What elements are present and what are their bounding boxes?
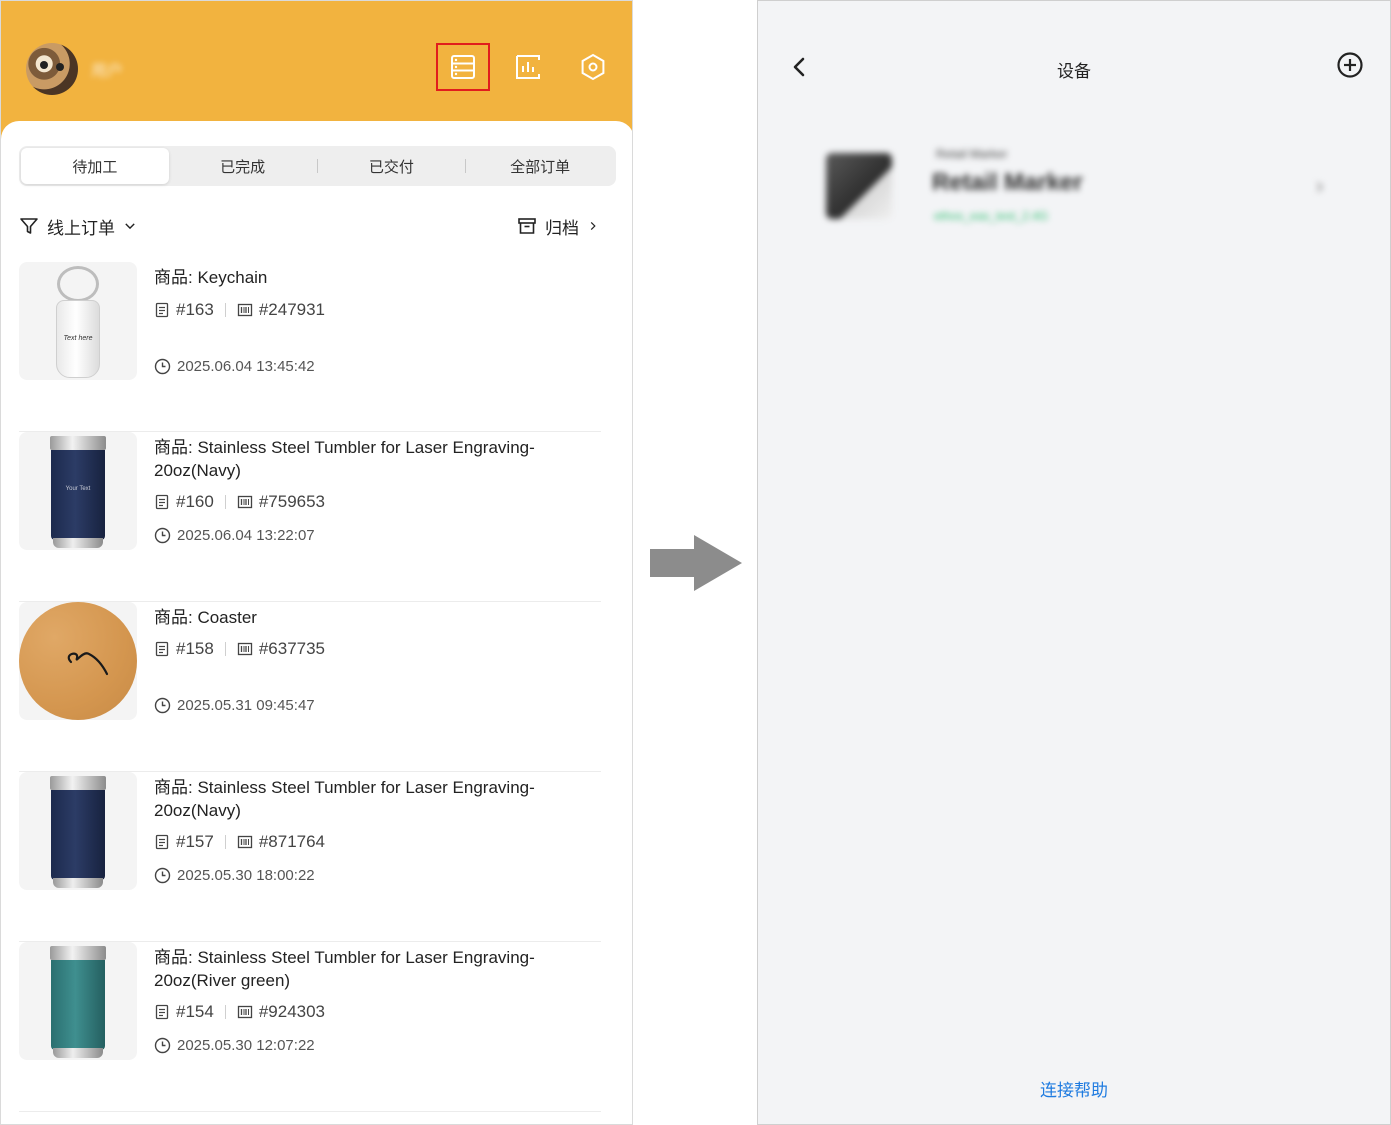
- order-item[interactable]: 商品: Coaster #158 #637735 2025.05.31 09:4…: [19, 602, 601, 772]
- order-time: 2025.06.04 13:22:07: [154, 527, 315, 544]
- order-timestamp: 2025.05.30 12:07:22: [177, 1037, 315, 1054]
- barcode-icon: [237, 835, 252, 849]
- device-subtitle: Retail Marker: [936, 147, 1008, 161]
- settings-icon: [581, 53, 605, 81]
- product-name: 商品: Stainless Steel Tumbler for Laser En…: [154, 778, 535, 820]
- order-ids: #163 #247931: [154, 300, 325, 320]
- order-list-screen: 用户 待加工 已完成 已交付 全部订单 线上订单 归档 Text here 商品…: [0, 0, 633, 1125]
- tab-completed[interactable]: 已完成: [169, 148, 317, 184]
- order-code: #247931: [258, 300, 326, 319]
- filter-row: 线上订单 归档: [19, 213, 599, 239]
- order-ids: #158 #637735: [154, 639, 325, 659]
- order-number: #158: [176, 639, 214, 658]
- device-screen: 设备 Retail Marker Retail Marker ethos_eas…: [757, 0, 1391, 1125]
- stats-icon: [516, 55, 540, 79]
- order-code: #871764: [258, 832, 326, 851]
- tumbler-image: Your Text: [50, 436, 106, 550]
- order-timestamp: 2025.05.30 18:00:22: [177, 867, 315, 884]
- tumbler-image: [50, 946, 106, 1060]
- status-tabs: 待加工 已完成 已交付 全部订单: [19, 146, 616, 186]
- order-ids: #157 #871764: [154, 832, 325, 852]
- order-code: #759653: [258, 492, 326, 511]
- order-time: 2025.06.04 13:45:42: [154, 358, 315, 375]
- product-thumbnail: Your Text: [19, 432, 137, 550]
- tab-delivered[interactable]: 已交付: [318, 148, 466, 184]
- device-card[interactable]: Retail Marker Retail Marker ethos_eas_te…: [818, 141, 1338, 237]
- avatar[interactable]: [26, 43, 78, 95]
- product-thumbnail: [19, 772, 137, 890]
- document-icon: [155, 834, 169, 850]
- product-thumbnail: [19, 602, 137, 720]
- order-timestamp: 2025.06.04 13:45:42: [177, 358, 315, 375]
- document-icon: [155, 1004, 169, 1020]
- barcode-icon: [237, 642, 252, 656]
- document-icon: [155, 302, 169, 318]
- filter-icon: [20, 218, 38, 234]
- coaster-image: [19, 602, 137, 720]
- document-icon: [155, 494, 169, 510]
- archive-link[interactable]: 归档: [517, 214, 599, 239]
- order-time: 2025.05.30 18:00:22: [154, 867, 315, 884]
- order-number: #157: [176, 832, 214, 851]
- product-thumbnail: [19, 942, 137, 1060]
- settings-button[interactable]: [566, 43, 620, 91]
- tab-pending[interactable]: 待加工: [21, 148, 169, 184]
- order-ids: #160 #759653: [154, 492, 325, 512]
- keychain-tag: Text here: [56, 300, 100, 378]
- tumbler-image: [50, 776, 106, 890]
- order-code: #924303: [258, 1002, 326, 1021]
- product-thumbnail: Text here: [19, 262, 137, 380]
- order-timestamp: 2025.05.31 09:45:47: [177, 697, 315, 714]
- connection-help-link[interactable]: 连接帮助: [758, 1076, 1390, 1101]
- order-ids: #154 #924303: [154, 1002, 325, 1022]
- clock-icon: [154, 1037, 171, 1054]
- device-list-button[interactable]: [436, 43, 490, 91]
- order-code: #637735: [258, 639, 326, 658]
- arrow-right-icon: [650, 535, 742, 591]
- list-icon: [451, 55, 475, 79]
- content-panel: 待加工 已完成 已交付 全部订单 线上订单 归档 Text here 商品: K…: [1, 121, 632, 1124]
- archive-icon: [518, 218, 536, 234]
- order-item[interactable]: 商品: Stainless Steel Tumbler for Laser En…: [19, 772, 601, 942]
- product-name: 商品: Stainless Steel Tumbler for Laser En…: [154, 438, 535, 480]
- archive-label: 归档: [545, 218, 579, 238]
- keychain-ring: [57, 266, 99, 302]
- order-item[interactable]: Text here 商品: Keychain #163 #247931 2025…: [19, 262, 601, 432]
- statistics-button[interactable]: [501, 43, 555, 91]
- order-item[interactable]: Your Text 商品: Stainless Steel Tumbler fo…: [19, 432, 601, 602]
- thumbnail-text: Text here: [63, 335, 93, 342]
- order-item[interactable]: 商品: Stainless Steel Tumbler for Laser En…: [19, 942, 601, 1112]
- thumbnail-text: Your Text: [65, 486, 91, 492]
- page-title: 设备: [1057, 62, 1091, 81]
- order-number: #160: [176, 492, 214, 511]
- device-name: Retail Marker: [932, 169, 1083, 196]
- product-name: 商品: Coaster: [154, 608, 257, 627]
- order-time: 2025.05.31 09:45:47: [154, 697, 315, 714]
- clock-icon: [154, 867, 171, 884]
- filter-label: 线上订单: [47, 218, 115, 238]
- product-name: 商品: Stainless Steel Tumbler for Laser En…: [154, 948, 535, 990]
- product-name: 商品: Keychain: [154, 268, 268, 287]
- barcode-icon: [237, 495, 252, 509]
- device-connection-status: ethos_eas_test_2.4G: [934, 209, 1049, 223]
- chevron-right-icon: ›: [1316, 173, 1324, 198]
- device-image: [826, 153, 892, 219]
- order-timestamp: 2025.06.04 13:22:07: [177, 527, 315, 544]
- chevron-down-icon: [125, 223, 135, 230]
- barcode-icon: [237, 1005, 252, 1019]
- app-header: 用户: [1, 1, 632, 131]
- clock-icon: [154, 697, 171, 714]
- order-time: 2025.05.30 12:07:22: [154, 1037, 315, 1054]
- tab-all-orders[interactable]: 全部订单: [466, 148, 614, 184]
- chevron-right-icon: [590, 221, 596, 231]
- barcode-icon: [237, 303, 252, 317]
- add-device-icon[interactable]: [1336, 51, 1364, 79]
- username: 用户: [91, 63, 124, 80]
- document-icon: [155, 641, 169, 657]
- order-number: #163: [176, 300, 214, 319]
- order-number: #154: [176, 1002, 214, 1021]
- order-source-filter[interactable]: 线上订单: [19, 214, 137, 239]
- clock-icon: [154, 527, 171, 544]
- clock-icon: [154, 358, 171, 375]
